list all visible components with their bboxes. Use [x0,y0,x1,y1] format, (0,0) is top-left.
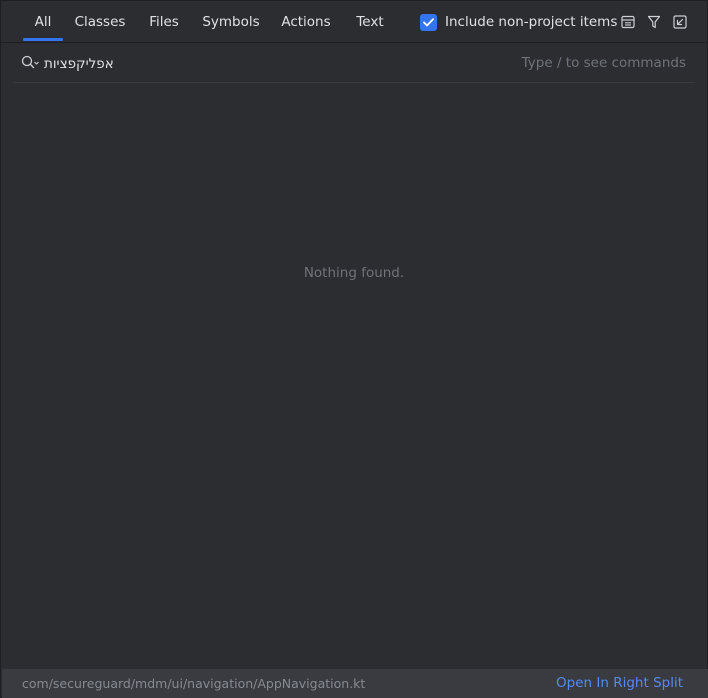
filter-icon[interactable] [646,14,662,30]
tab-label: Files [149,14,179,30]
tab-label: All [34,14,52,30]
tab-classes[interactable]: Classes [71,1,129,43]
checkbox-checked-icon[interactable] [420,13,437,31]
tab-actions[interactable]: Actions [277,1,335,43]
include-non-project-items-checkbox[interactable]: Include non-project items [420,13,617,31]
open-in-right-split-link[interactable]: Open In Right Split [556,675,683,691]
tab-symbols[interactable]: Symbols [200,1,262,43]
include-non-project-items-label: Include non-project items [445,14,618,30]
search-field[interactable]: Type / to see commands [13,44,695,83]
tab-text[interactable]: Text [351,1,389,43]
file-path: com/secureguard/mdm/ui/navigation/AppNav… [22,676,366,691]
preview-icon[interactable] [620,14,636,30]
tab-label: Actions [281,14,331,30]
search-history-icon[interactable] [21,55,39,71]
search-hint: Type / to see commands [521,55,686,71]
search-everywhere-popup: All Classes Files Symbols Actions Text I… [0,0,708,698]
tab-label: Text [356,14,384,30]
footer-bar: com/secureguard/mdm/ui/navigation/AppNav… [2,669,708,698]
header-bar: All Classes Files Symbols Actions Text I… [1,1,707,43]
open-in-find-tool-window-icon[interactable] [672,14,688,30]
tab-label: Symbols [202,14,260,30]
empty-results-text: Nothing found. [303,265,405,281]
search-input[interactable] [44,54,464,74]
tab-all[interactable]: All [23,1,63,43]
tab-label: Classes [74,14,126,30]
tab-files[interactable]: Files [144,1,184,43]
